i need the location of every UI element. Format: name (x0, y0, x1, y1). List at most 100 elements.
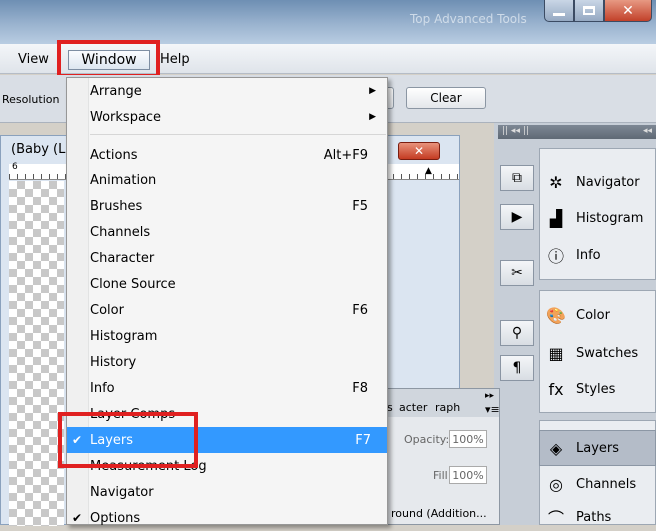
dock-tool-button-1[interactable]: ⧉ (500, 165, 534, 191)
close-button[interactable]: ✕ (604, 0, 652, 22)
fill-field[interactable]: 100% (449, 466, 487, 484)
dock-item-swatches[interactable]: ▦ Swatches (544, 341, 638, 365)
paths-icon: ⌒ (547, 509, 564, 528)
document-title: (Baby (L (11, 142, 66, 157)
menu-item-label: Brushes (90, 199, 143, 215)
menu-item-history[interactable]: History (90, 350, 384, 376)
tools-icon: ✂ (511, 265, 523, 281)
menu-item-label: Clone Source (90, 277, 176, 293)
menu-item-clone-source[interactable]: Clone Source (90, 272, 384, 298)
color-icon: 🎨 (546, 305, 566, 325)
styles-icon: fx (548, 379, 564, 399)
dock-tool-button-5[interactable]: ¶ (500, 355, 534, 381)
layers-icon: ◈ (549, 438, 563, 458)
maximize-button[interactable] (574, 0, 604, 22)
menu-item-label: Actions (90, 147, 138, 163)
menu-item-character[interactable]: Character (90, 246, 384, 272)
play-icon: ▶ (511, 209, 523, 225)
opacity-field[interactable]: 100% (449, 430, 487, 448)
menu-item-label: Channels (90, 225, 151, 241)
menu-item-navigator[interactable]: Navigator (90, 479, 384, 505)
menu-item-label: Options (90, 510, 141, 526)
highlight-box-window (57, 40, 160, 78)
menu-item-color[interactable]: Color F6 (90, 298, 384, 324)
menu-item-actions[interactable]: Actions Alt+F9 (90, 142, 384, 168)
info-icon: ⓘ (547, 247, 564, 266)
menu-item-shortcut: F5 (352, 199, 368, 215)
menu-item-shortcut: F8 (352, 381, 368, 397)
menu-item-histogram[interactable]: Histogram (90, 324, 384, 350)
dock-item-label: Channels (576, 476, 637, 492)
dock-tool-button-4[interactable]: ⚲ (500, 320, 534, 346)
menu-item-arrange[interactable]: Arrange ▶ (90, 78, 384, 104)
menu-item-workspace[interactable]: Workspace ▶ (90, 104, 384, 130)
submenu-arrow-icon: ▶ (369, 112, 376, 122)
highlight-box-layers (58, 412, 198, 468)
menu-view[interactable]: View (18, 52, 49, 67)
dock-item-color[interactable]: 🎨 Color (544, 303, 610, 327)
character-icon: ¶ (512, 360, 522, 376)
dock-item-paths[interactable]: ⌒ Paths (544, 505, 611, 529)
menu-item-label: Histogram (90, 329, 158, 345)
dock-item-label: Histogram (576, 210, 644, 226)
canvas-area[interactable] (9, 181, 64, 526)
tab-paragraph[interactable]: raph (435, 401, 460, 414)
menu-item-shortcut: F6 (352, 303, 368, 319)
menu-item-channels[interactable]: Channels (90, 220, 384, 246)
dock-item-histogram[interactable]: ▟ Histogram (544, 206, 644, 230)
scroll-up-icon[interactable]: ▲ (425, 166, 432, 176)
dock-item-channels[interactable]: ◎ Channels (544, 472, 636, 496)
window-title: Top Advanced Tools (410, 12, 527, 26)
panel-menu-icon[interactable]: ▾≡ (485, 403, 500, 416)
tab-character[interactable]: acter (399, 401, 427, 414)
menu-item-shortcut: F7 (355, 432, 371, 448)
dock-item-label: Color (576, 307, 610, 323)
dock-item-label: Swatches (576, 345, 639, 361)
dock-item-label: Paths (576, 509, 612, 525)
submenu-arrow-icon: ▶ (369, 86, 376, 96)
maximize-icon (583, 6, 595, 15)
menu-item-label: Arrange (90, 83, 142, 99)
swatches-icon: ▦ (548, 343, 564, 363)
menu-item-label: Animation (90, 173, 157, 189)
resolution-label: Resolution (2, 93, 60, 106)
layer-comps-icon: ⧉ (512, 170, 522, 186)
menu-item-brushes[interactable]: Brushes F5 (90, 194, 384, 220)
clone-icon: ⚲ (511, 325, 523, 341)
dock-item-layers[interactable]: ◈ Layers (544, 436, 619, 460)
dock-item-label: Layers (576, 440, 620, 456)
layer-name[interactable]: round (Addition... (391, 507, 487, 520)
menu-separator (90, 134, 386, 135)
dock-tool-button-3[interactable]: ✂ (500, 260, 534, 286)
close-icon: ✕ (622, 2, 634, 19)
dock-item-label: Info (576, 247, 601, 263)
document-close-button[interactable]: ✕ (398, 142, 440, 160)
minimize-button[interactable] (544, 0, 574, 22)
menu-item-options[interactable]: ✔ Options (72, 505, 384, 531)
dock-item-info[interactable]: ⓘ Info (544, 243, 601, 267)
dock-item-label: Styles (576, 381, 616, 397)
dock-item-styles[interactable]: fx Styles (544, 377, 615, 401)
dock-tool-button-2[interactable]: ▶ (500, 204, 534, 230)
dock-item-navigator[interactable]: ✲ Navigator (544, 170, 640, 194)
title-bar: Top Advanced Tools ✕ (0, 0, 656, 44)
channels-icon: ◎ (549, 474, 563, 494)
panel-collapse-icon[interactable]: ▸▸ (485, 391, 494, 401)
clear-button[interactable]: Clear (406, 87, 486, 109)
menu-item-shortcut: Alt+F9 (323, 147, 368, 163)
close-icon: ✕ (413, 144, 425, 158)
menu-item-label: Character (90, 251, 155, 267)
menu-item-label: Color (90, 303, 124, 319)
opacity-label: Opacity: (404, 433, 450, 446)
menu-item-label: Info (90, 381, 115, 397)
dock-item-label: Navigator (576, 174, 640, 190)
minimize-icon (553, 12, 565, 16)
dock-header[interactable]: || ◂◂ || ◂◂ (498, 125, 656, 139)
navigator-icon: ✲ (549, 172, 563, 192)
checkmark-icon: ✔ (72, 511, 83, 526)
menu-item-info[interactable]: Info F8 (90, 376, 384, 402)
histogram-icon: ▟ (549, 208, 563, 228)
menu-help[interactable]: Help (160, 52, 190, 67)
menu-item-animation[interactable]: Animation (90, 168, 384, 194)
menu-item-label: Workspace (90, 109, 162, 125)
